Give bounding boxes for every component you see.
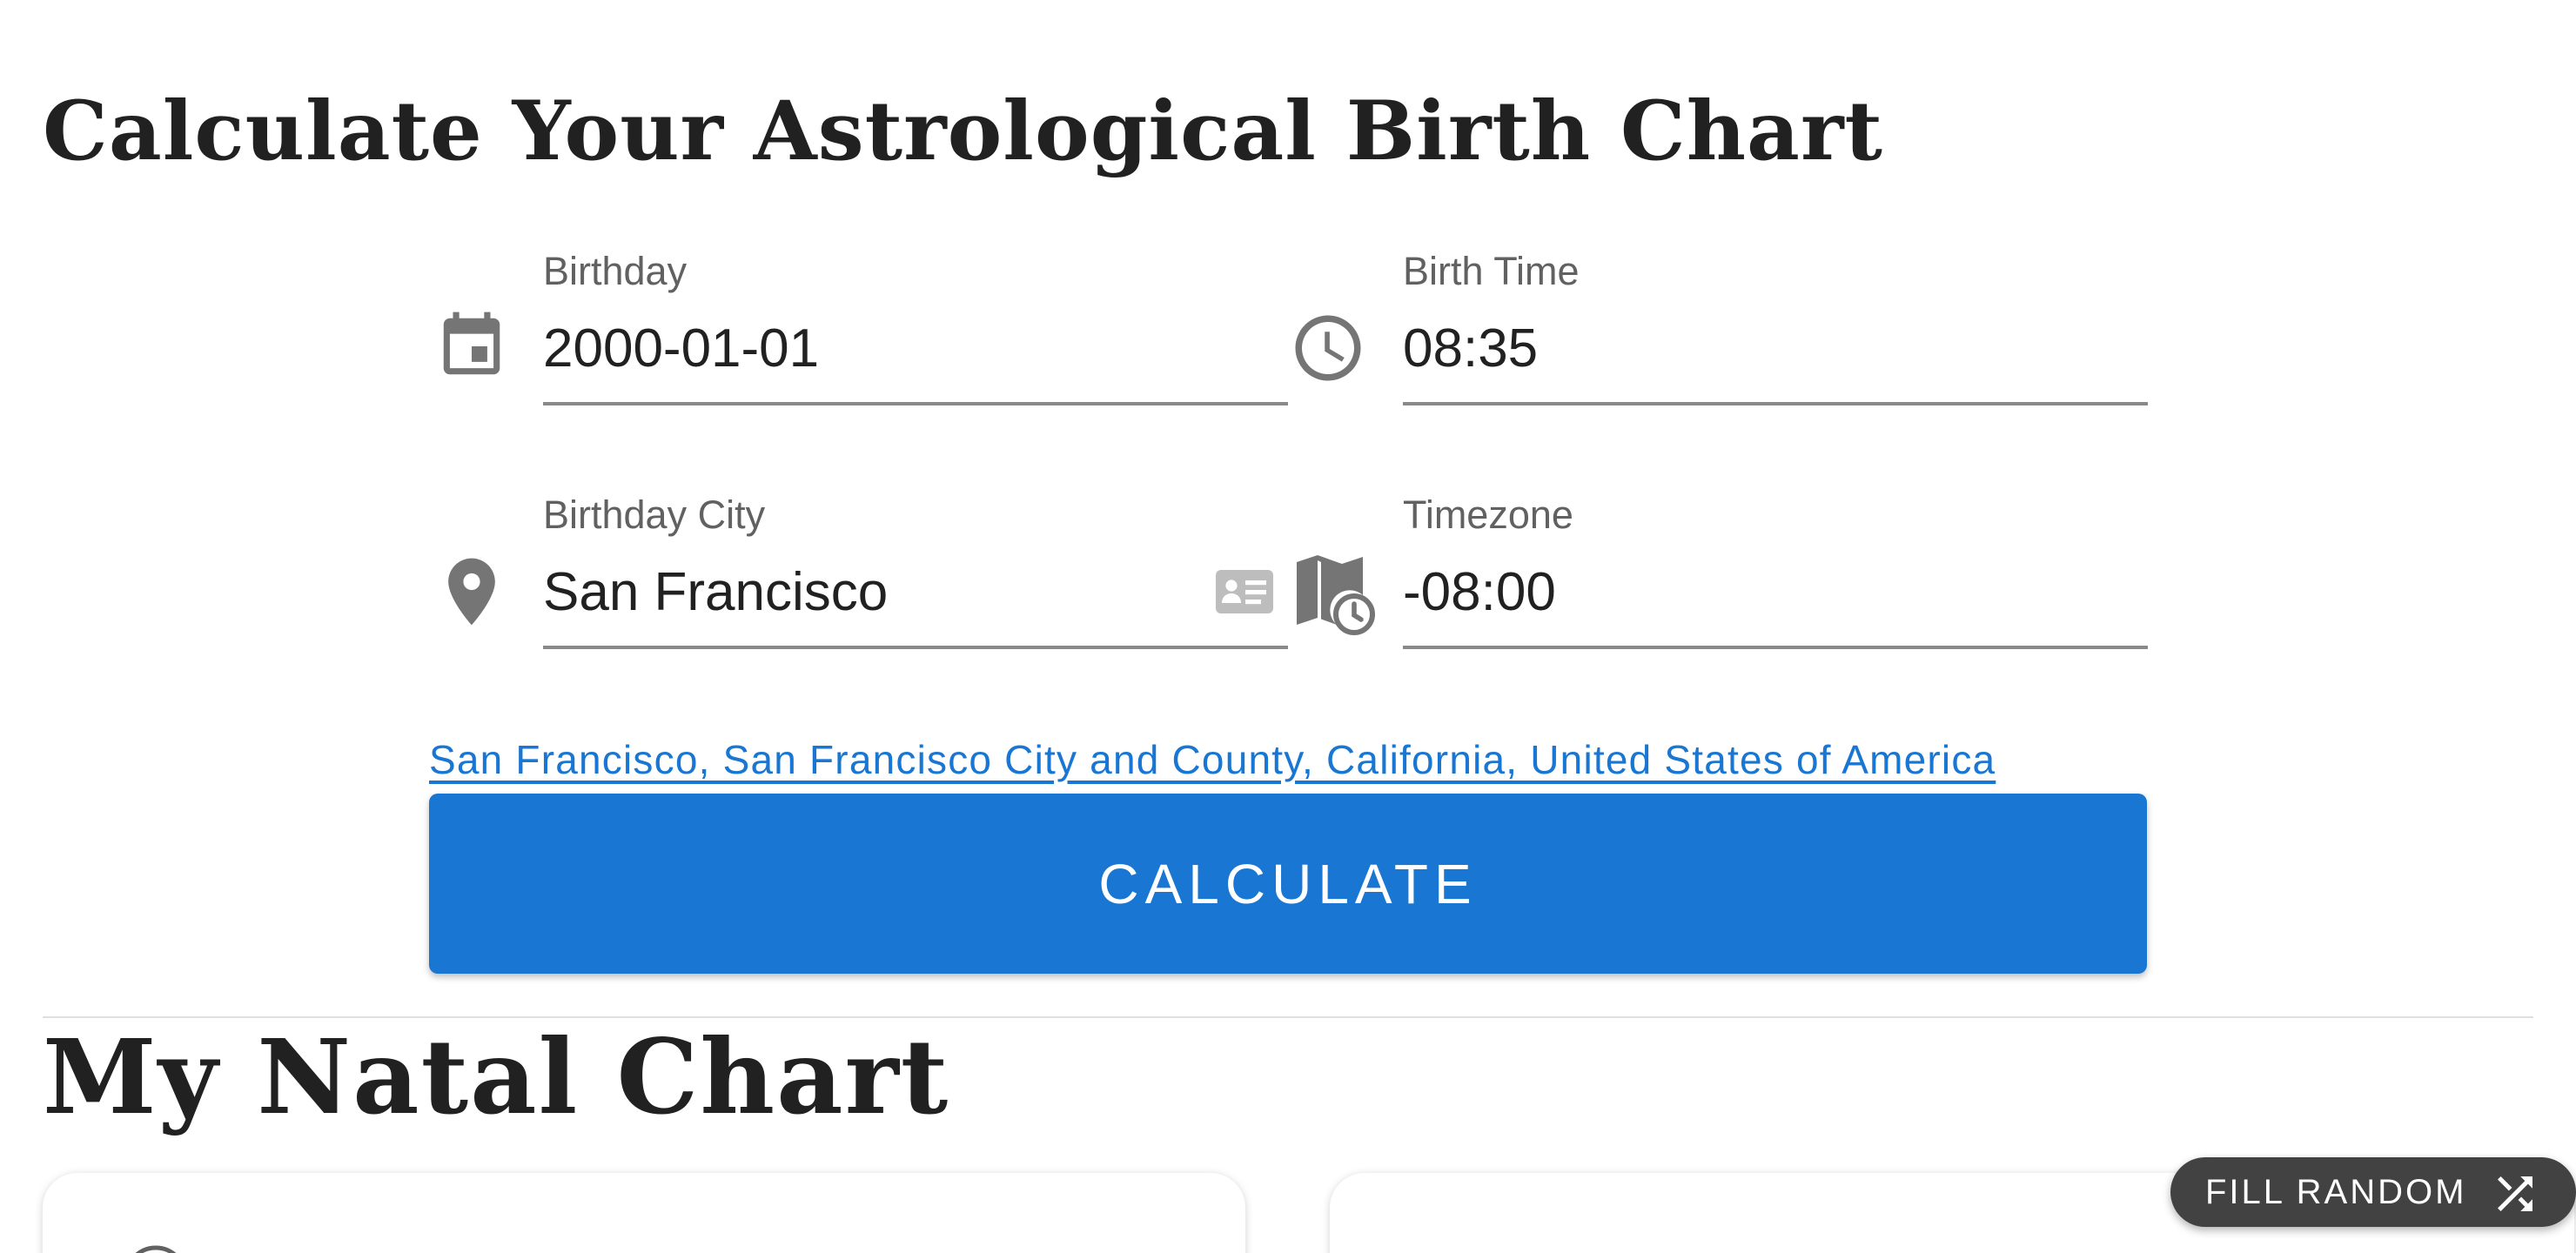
resolved-location-link[interactable]: San Francisco, San Francisco City and Co… [429, 734, 1996, 786]
calendar-icon [430, 305, 513, 388]
fill-random-label: FILL RANDOM [2205, 1172, 2467, 1211]
birthday-city-label: Birthday City [543, 492, 766, 537]
birthday-city-field[interactable]: Birthday City [543, 491, 1288, 649]
timezone-label: Timezone [1403, 492, 1573, 537]
location-pin-icon [430, 550, 513, 633]
card-circle-icon [135, 1245, 177, 1253]
birthday-city-input[interactable] [543, 548, 1288, 635]
birthday-field[interactable]: Birthday [543, 247, 1288, 405]
natal-card-left[interactable] [43, 1173, 1245, 1253]
birthday-label: Birthday [543, 249, 688, 293]
timezone-field[interactable]: Timezone [1403, 491, 2148, 649]
timezone-input[interactable] [1403, 548, 2148, 635]
timezone-underline [1403, 646, 2148, 649]
clock-icon [1286, 306, 1370, 390]
fill-random-button[interactable]: FILL RANDOM [2170, 1157, 2576, 1227]
natal-chart-title: My Natal Chart [43, 1016, 950, 1137]
calculate-button[interactable]: CALCULATE [429, 794, 2147, 974]
page: Calculate Your Astrological Birth Chart … [0, 0, 2576, 1253]
birth-time-field[interactable]: Birth Time [1403, 247, 2148, 405]
contact-card-icon[interactable] [1210, 557, 1279, 626]
shuffle-icon [2498, 1176, 2532, 1211]
birth-time-underline [1403, 402, 2148, 405]
page-title: Calculate Your Astrological Birth Chart [43, 84, 1883, 179]
map-timezone-icon [1291, 550, 1379, 637]
birthday-city-underline [543, 646, 1288, 649]
card-moon-icon [1417, 1243, 1486, 1253]
birthday-input[interactable] [543, 305, 1288, 392]
birth-time-input[interactable] [1403, 305, 2148, 392]
birthday-underline [543, 402, 1288, 405]
birth-time-label: Birth Time [1403, 249, 1580, 293]
